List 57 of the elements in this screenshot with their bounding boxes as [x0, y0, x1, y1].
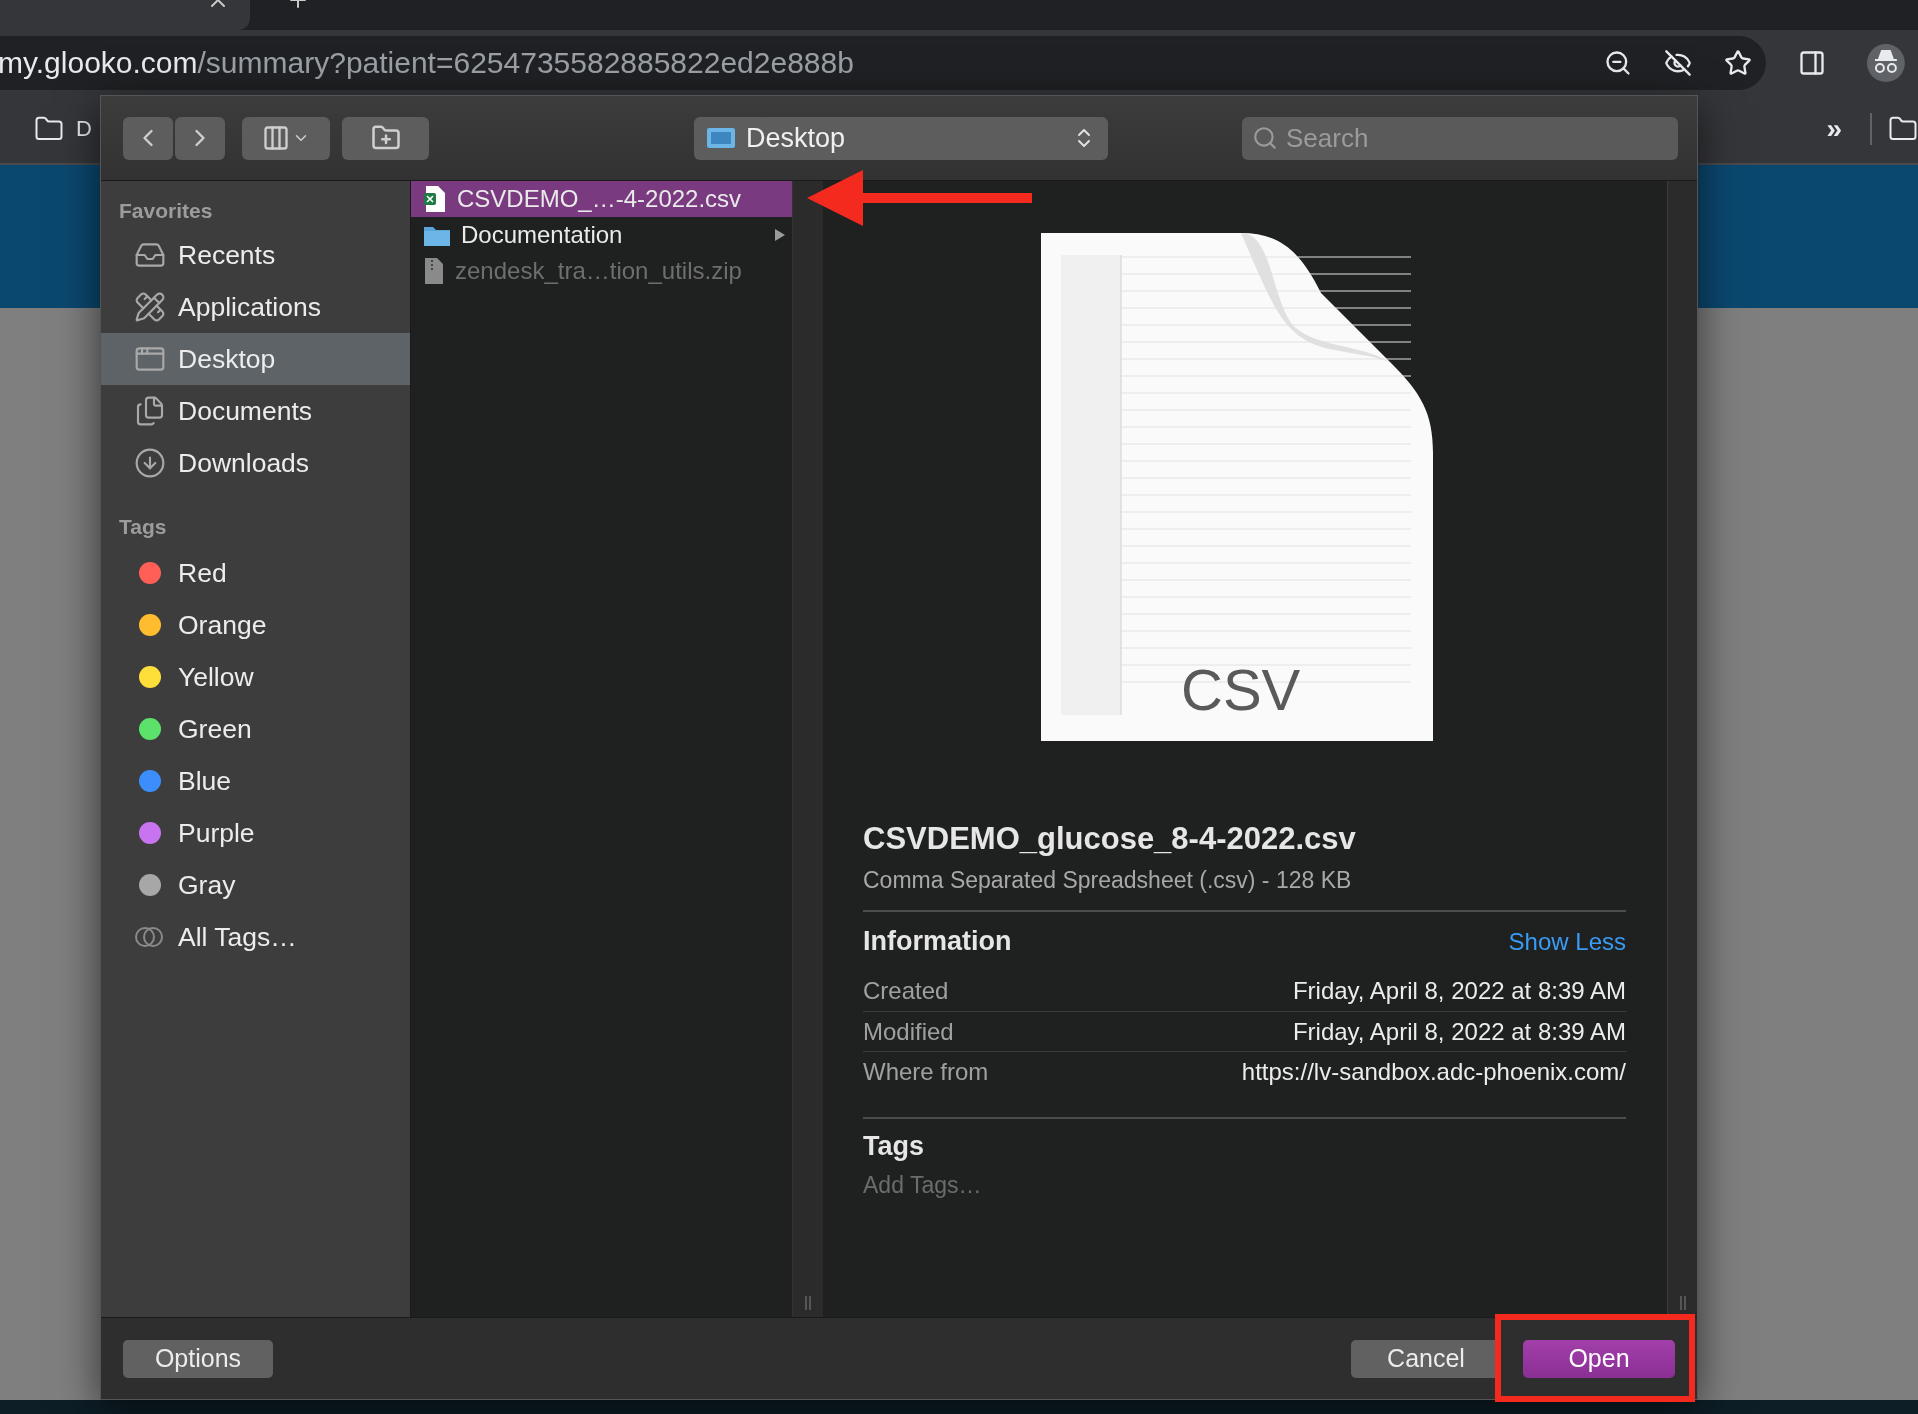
view-options-button[interactable]	[242, 116, 330, 160]
zip-file-icon	[423, 257, 445, 285]
sidebar-item[interactable]: Recents	[101, 229, 410, 281]
star-icon[interactable]	[1724, 48, 1753, 77]
sidebar-item[interactable]: Applications	[101, 281, 410, 333]
files-icon	[134, 395, 166, 427]
tags-field[interactable]: Add Tags…	[863, 1172, 1163, 1199]
file-row[interactable]: Documentation	[411, 217, 792, 253]
dialog-button[interactable]: Options	[123, 1339, 273, 1378]
file-title: CSVDEMO_glucose_8-4-2022.csv	[863, 821, 1357, 857]
section-heading: Tags	[863, 1131, 925, 1162]
sidebar-item[interactable]: Yellow	[101, 651, 410, 703]
search-field[interactable]: Search	[1242, 116, 1678, 160]
show-less-link[interactable]: Show Less	[1508, 927, 1626, 956]
sidebar-item[interactable]: Downloads	[101, 437, 410, 489]
info-label: Created	[863, 977, 949, 1005]
file-kind-text: Comma Separated Spreadsheet (.csv) - 128 KB	[863, 867, 1626, 912]
section-heading: Favorites	[118, 198, 214, 224]
sidebar-item[interactable]: Documents	[101, 385, 410, 437]
file-type-label: CSV	[1181, 656, 1301, 723]
bookmarks-overflow[interactable]: »	[1826, 113, 1842, 145]
info-value: https://lv-sandbox.adc-phoenix.com/	[1241, 1057, 1626, 1086]
sidebar-item[interactable]: Purple	[101, 807, 410, 859]
incognito-icon[interactable]	[1866, 42, 1906, 83]
bookmark-label[interactable]: D	[76, 116, 92, 142]
sidebar-item[interactable]: Desktop	[101, 333, 410, 385]
location-popup[interactable]: Desktop	[694, 116, 1108, 160]
columns-icon	[262, 124, 290, 152]
forward-button[interactable]	[175, 116, 225, 160]
sidebar-item[interactable]: Red	[101, 547, 410, 599]
sidebar-item[interactable]: Green	[101, 703, 410, 755]
info-value: Friday, April 8, 2022 at 8:39 AM	[1292, 1017, 1626, 1046]
eye-off-icon[interactable]	[1664, 48, 1693, 77]
section-heading: Information	[863, 926, 1012, 957]
info-label: Modified	[863, 1017, 954, 1046]
new-folder-button[interactable]	[342, 116, 429, 160]
sidebar-item[interactable]: Gray	[101, 859, 410, 911]
sidebar-item[interactable]: Orange	[101, 599, 410, 651]
open-button[interactable]: Open	[1523, 1339, 1675, 1378]
sidebar-item[interactable]: Blue	[101, 755, 410, 807]
rings-icon	[134, 925, 166, 949]
sidebar-item[interactable]: All Tags…	[101, 911, 410, 963]
resize-grip-icon	[1677, 1295, 1688, 1311]
info-value: Friday, April 8, 2022 at 8:39 AM	[1292, 977, 1626, 1005]
info-label: Where from	[863, 1057, 989, 1086]
download-icon	[134, 447, 166, 479]
back-button[interactable]	[123, 116, 173, 160]
spreadsheet-file-icon	[423, 185, 447, 213]
pencil-ruler-icon	[134, 291, 166, 323]
resize-grip-icon	[803, 1295, 813, 1311]
zoom-out-icon[interactable]	[1604, 48, 1633, 77]
file-row[interactable]: CSVDEMO_…-4-2022.csv	[411, 181, 792, 217]
desktop-folder-icon	[706, 126, 736, 150]
disclosure-triangle-icon	[774, 228, 786, 242]
side-panel-icon[interactable]	[1798, 48, 1827, 77]
section-heading: Tags	[118, 514, 168, 540]
search-icon	[1252, 124, 1278, 151]
